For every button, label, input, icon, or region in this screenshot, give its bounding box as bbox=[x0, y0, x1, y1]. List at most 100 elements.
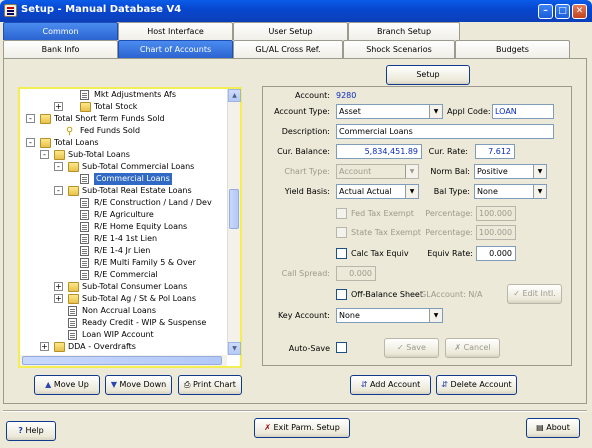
fed-percentage-label: Percentage: bbox=[425, 209, 473, 218]
cancel-button: ✗ Cancel bbox=[445, 338, 500, 358]
yield-basis-label: Yield Basis: bbox=[284, 187, 330, 196]
page-icon bbox=[80, 246, 89, 256]
check-icon: ✓ bbox=[397, 343, 404, 352]
page-icon bbox=[80, 234, 89, 244]
page-icon bbox=[80, 210, 89, 220]
folder-icon bbox=[68, 186, 79, 196]
exit-icon: ✗ bbox=[264, 423, 271, 432]
account-value: 9280 bbox=[336, 91, 357, 100]
equiv-rate-field[interactable]: 0.000 bbox=[476, 246, 516, 261]
footer-divider bbox=[3, 410, 587, 412]
collapse-icon[interactable]: - bbox=[54, 162, 63, 171]
tab-shock-scenarios[interactable]: Shock Scenarios bbox=[343, 40, 455, 58]
account-type-select[interactable]: Asset ▼ bbox=[336, 104, 443, 119]
page-icon bbox=[68, 306, 77, 316]
minimize-button[interactable]: – bbox=[538, 4, 553, 19]
folder-icon bbox=[40, 114, 51, 124]
collapse-icon[interactable]: - bbox=[26, 138, 35, 147]
collapse-icon[interactable]: - bbox=[26, 114, 35, 123]
save-button: ✓ Save bbox=[384, 338, 439, 358]
folder-icon bbox=[68, 282, 79, 292]
tab-host-interface[interactable]: Host Interface bbox=[118, 22, 233, 40]
folder-icon bbox=[54, 150, 65, 160]
account-label: Account: bbox=[295, 91, 330, 100]
page-icon bbox=[80, 174, 89, 184]
expand-icon[interactable]: + bbox=[40, 342, 49, 351]
tab-user-setup[interactable]: User Setup bbox=[233, 22, 348, 40]
collapse-icon[interactable]: - bbox=[54, 186, 63, 195]
exit-button[interactable]: ✗ Exit Parm. Setup bbox=[254, 418, 350, 438]
printer-icon: ⎙ bbox=[184, 380, 191, 389]
setup-button[interactable]: Setup bbox=[386, 65, 470, 85]
check-icon: ✓ bbox=[513, 289, 520, 298]
close-button[interactable]: ✕ bbox=[572, 4, 587, 19]
state-percentage-label: Percentage: bbox=[425, 228, 473, 237]
page-icon bbox=[80, 198, 89, 208]
chevron-down-icon: ▼ bbox=[533, 185, 546, 198]
help-button[interactable]: ? Help bbox=[6, 421, 56, 441]
off-balance-sheet-label: Off-Balance Sheet bbox=[351, 290, 423, 299]
tab-chart-of-accounts[interactable]: Chart of Accounts bbox=[118, 40, 233, 58]
chevron-down-icon: ▼ bbox=[429, 309, 442, 322]
expand-icon[interactable]: + bbox=[54, 282, 63, 291]
down-arrow-icon: ▼ bbox=[110, 380, 117, 389]
move-up-button[interactable]: ▲ Move Up bbox=[34, 375, 100, 395]
page-icon bbox=[80, 270, 89, 280]
info-icon: ▤ bbox=[536, 423, 544, 432]
key-icon: ⚲ bbox=[66, 126, 74, 137]
add-account-button[interactable]: ⇵ Add Account bbox=[350, 375, 431, 395]
maximize-button[interactable]: □ bbox=[555, 4, 570, 19]
scroll-up-icon[interactable]: ▲ bbox=[228, 89, 241, 102]
tab-bank-info[interactable]: Bank Info bbox=[3, 40, 118, 58]
title-bar: Setup - Manual Database V4 – □ ✕ bbox=[0, 0, 592, 22]
bal-type-select[interactable]: None ▼ bbox=[474, 184, 547, 199]
tree-vertical-scrollbar[interactable]: ▲ ▼ bbox=[227, 89, 241, 355]
auto-save-checkbox[interactable] bbox=[336, 342, 347, 353]
norm-bal-select[interactable]: Positive ▼ bbox=[474, 164, 547, 179]
page-icon bbox=[80, 90, 89, 100]
auto-save-label: Auto-Save bbox=[288, 344, 330, 353]
app-icon bbox=[4, 4, 17, 17]
key-account-label: Key Account: bbox=[277, 311, 330, 320]
calc-tax-equiv-checkbox[interactable] bbox=[336, 248, 347, 259]
tab-budgets[interactable]: Budgets bbox=[455, 40, 570, 58]
chart-type-label: Chart Type: bbox=[284, 167, 330, 176]
expand-icon[interactable]: + bbox=[54, 294, 63, 303]
tab-gl-al-cross-ref[interactable]: GL/AL Cross Ref. bbox=[233, 40, 343, 58]
tab-common[interactable]: Common bbox=[3, 22, 118, 40]
yield-basis-select[interactable]: Actual Actual ▼ bbox=[336, 184, 419, 199]
tree-horizontal-scrollbar[interactable] bbox=[20, 355, 227, 366]
scroll-down-icon[interactable]: ▼ bbox=[228, 342, 241, 355]
appl-code-field[interactable]: LOAN bbox=[492, 104, 554, 119]
description-label: Description: bbox=[281, 127, 330, 136]
account-tree[interactable]: Mkt Adjustments Afs Total Stock + Total … bbox=[20, 89, 227, 355]
state-tax-exempt-checkbox bbox=[336, 227, 347, 238]
delete-icon: ⇵ bbox=[441, 380, 448, 389]
move-down-button[interactable]: ▼ Move Down bbox=[105, 375, 172, 395]
print-chart-button[interactable]: ⎙ Print Chart bbox=[178, 375, 242, 395]
hscroll-thumb[interactable] bbox=[22, 356, 222, 365]
cur-rate-field[interactable]: 7.612 bbox=[475, 144, 515, 159]
chevron-down-icon: ▼ bbox=[429, 105, 442, 118]
expand-icon[interactable]: + bbox=[54, 102, 63, 111]
page-icon bbox=[80, 258, 89, 268]
page-icon bbox=[68, 318, 77, 328]
tab-branch-setup[interactable]: Branch Setup bbox=[348, 22, 460, 40]
about-button[interactable]: ▤ About bbox=[526, 418, 580, 438]
bal-type-label: Bal Type: bbox=[433, 187, 470, 196]
delete-account-button[interactable]: ⇵ Delete Account bbox=[436, 375, 517, 395]
key-account-select[interactable]: None ▼ bbox=[336, 308, 443, 323]
cancel-icon: ✗ bbox=[454, 343, 462, 352]
cur-balance-label: Cur. Balance: bbox=[277, 147, 330, 156]
collapse-icon[interactable]: - bbox=[40, 150, 49, 159]
folder-icon bbox=[54, 342, 65, 352]
off-balance-sheet-checkbox[interactable] bbox=[336, 289, 347, 300]
folder-icon bbox=[40, 138, 51, 148]
glaccount-label: GLAccount: N/A bbox=[420, 290, 483, 299]
scroll-thumb[interactable] bbox=[229, 189, 239, 229]
folder-icon bbox=[68, 294, 79, 304]
cur-balance-field[interactable]: 5,834,451.89 bbox=[336, 144, 422, 159]
description-field[interactable]: Commercial Loans bbox=[336, 124, 554, 139]
page-icon bbox=[80, 222, 89, 232]
fed-percentage-field: 100.000 bbox=[476, 206, 516, 221]
